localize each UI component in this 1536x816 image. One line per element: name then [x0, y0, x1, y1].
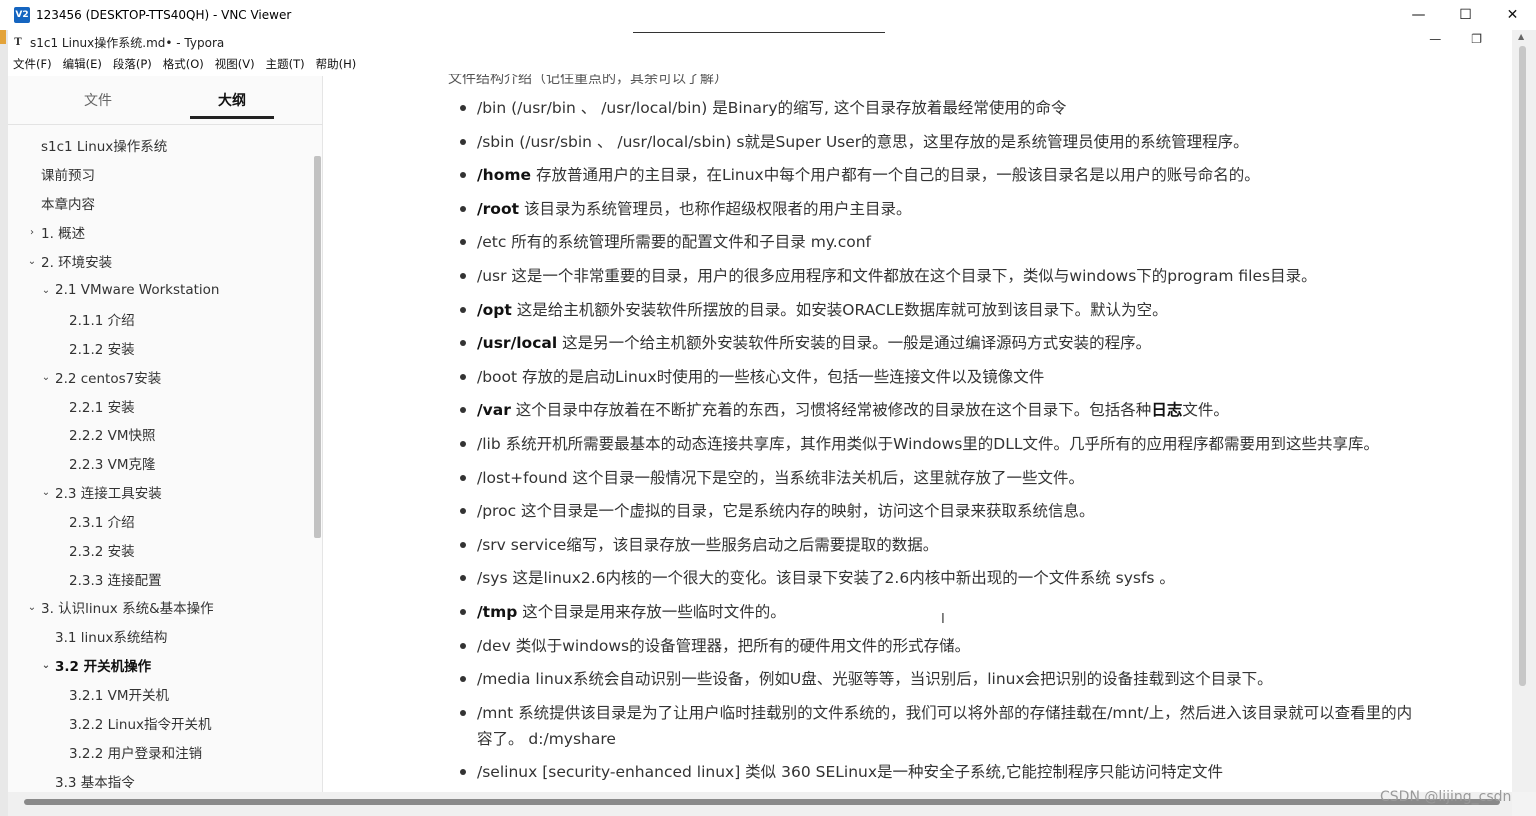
list-item: /sys 这是linux2.6内核的一个很大的变化。该目录下安装了2.6内核中新…: [460, 565, 1175, 591]
list-item: /sbin (/usr/sbin 、 /usr/local/sbin) s就是S…: [460, 129, 1249, 155]
menu-file[interactable]: 文件(F): [8, 54, 58, 74]
sidebar-divider: [8, 124, 323, 125]
outline-item[interactable]: 本章内容: [41, 192, 95, 214]
menu-edit[interactable]: 编辑(E): [58, 54, 108, 74]
outline-item[interactable]: 2.3.3 连接配置: [69, 568, 162, 590]
outline-item[interactable]: s1c1 Linux操作系统: [41, 134, 167, 156]
typora-window-title: s1c1 Linux操作系统.md• - Typora: [30, 35, 225, 50]
outline-item[interactable]: ⌄ 3. 认识linux 系统&基本操作: [28, 596, 214, 618]
active-tab-indicator: [190, 116, 274, 119]
list-item: /srv service缩写，该目录存放一些服务启动之后需要提取的数据。: [459, 532, 938, 558]
close-icon[interactable]: ✕: [1489, 0, 1536, 30]
horizontal-scrollbar-thumb[interactable]: [24, 799, 1500, 805]
list-item: /bin (/usr/bin 、 /usr/local/bin) 是Binary…: [459, 95, 1066, 121]
list-item: /usr/local 这是另一个给主机额外安装软件所安装的目录。一般是通过编译源…: [459, 330, 1151, 356]
outline-item[interactable]: › 1. 概述: [30, 221, 85, 243]
outline-item[interactable]: 3.2.2 用户登录和注销: [69, 741, 202, 763]
scroll-up-icon[interactable]: ▲: [1518, 32, 1524, 41]
tab-files[interactable]: 文件: [84, 90, 112, 110]
menu-view[interactable]: 视图(V): [210, 54, 261, 74]
list-item: /usr 这是一个非常重要的目录，用户的很多应用程序和文件都放在这个目录下，类似…: [460, 263, 1317, 289]
outline-item[interactable]: 2.2.3 VM克隆: [69, 452, 156, 474]
outline-item[interactable]: 3.1 linux系统结构: [55, 625, 167, 647]
list-item: /selinux [security-enhanced linux] 类似 36…: [460, 759, 1223, 785]
minimize-icon[interactable]: —: [1395, 0, 1442, 30]
chevron-down-icon[interactable]: ⌄: [41, 487, 51, 498]
list-item: /etc 所有的系统管理所需要的配置文件和子目录 my.conf: [460, 229, 871, 255]
outline-item-active[interactable]: ⌄ 3.2 开关机操作: [42, 654, 151, 676]
outline-item[interactable]: ⌄ 2.3 连接工具安装: [42, 481, 162, 503]
outline-item[interactable]: ⌄ 2.2 centos7安装: [42, 366, 161, 388]
maximize-icon[interactable]: ☐: [1442, 0, 1489, 30]
outline-item[interactable]: 课前预习: [41, 163, 95, 185]
menu-paragraph[interactable]: 段落(P): [108, 54, 158, 74]
chevron-down-icon[interactable]: ⌄: [27, 256, 37, 267]
tab-outline[interactable]: 大纲: [218, 90, 246, 110]
list-item: /dev 类似于windows的设备管理器，把所有的硬件用文件的形式存储。: [459, 633, 970, 659]
chevron-down-icon[interactable]: ⌄: [41, 285, 51, 296]
text-cursor-icon: I: [941, 612, 945, 627]
chevron-down-icon[interactable]: ⌄: [41, 372, 51, 383]
typora-window-controls: — ❐: [1429, 32, 1482, 46]
typora-titlebar: T s1c1 Linux操作系统.md• - Typora — ❐: [8, 30, 1512, 54]
list-item: /lost+found 这个目录一般情况下是空的，当系统非法关机后，这里就存放了…: [459, 465, 1084, 491]
vnc-window-controls: — ☐ ✕: [1395, 0, 1536, 30]
menu-format[interactable]: 格式(O): [158, 54, 210, 74]
menubar: 文件(F) 编辑(E) 段落(P) 格式(O) 视图(V) 主题(T) 帮助(H…: [8, 54, 362, 74]
vnc-window-title: 123456 (DESKTOP-TTS40QH) - VNC Viewer: [36, 8, 292, 22]
typora-app-icon: T: [14, 36, 22, 48]
outline-item[interactable]: 2.1.2 安装: [69, 337, 135, 359]
typora-minimize-icon[interactable]: —: [1429, 32, 1441, 46]
partial-heading: 文件结构介绍（记住重点的，其余可以了解）: [448, 74, 728, 87]
list-item: /boot 存放的是启动Linux时使用的一些核心文件，包括一些连接文件以及镜像…: [459, 364, 1044, 390]
list-item: /root 该目录为系统管理员，也称作超级权限者的用户主目录。: [459, 196, 911, 222]
outline-item[interactable]: 2.3.1 介绍: [69, 510, 135, 532]
list-item: /mnt 系统提供该目录是为了让用户临时挂载别的文件系统的，我们可以将外部的存储…: [460, 700, 1417, 752]
horizontal-scrollbar[interactable]: [8, 792, 1512, 816]
menu-theme[interactable]: 主题(T): [261, 54, 311, 74]
remote-taskbar-edge: [633, 30, 885, 33]
typora-window: T s1c1 Linux操作系统.md• - Typora — ❐ 文件(F) …: [8, 30, 1512, 792]
sidebar: 文件 大纲 s1c1 Linux操作系统 课前预习 本章内容 › 1. 概述 ⌄ 2…: [8, 76, 323, 792]
scrollbar-thumb[interactable]: [1519, 46, 1526, 686]
chevron-right-icon[interactable]: ›: [27, 227, 37, 238]
typora-restore-icon[interactable]: ❐: [1471, 32, 1482, 46]
outline-item[interactable]: 2.2.2 VM快照: [69, 423, 156, 445]
outline-item[interactable]: 3.2.2 Linux指令开关机: [69, 712, 212, 734]
outline-item[interactable]: 3.3 基本指令: [55, 770, 135, 792]
watermark: CSDN @lijing_csdn: [1380, 789, 1512, 805]
desktop-left-edge: [0, 30, 8, 816]
outline-item[interactable]: 3.2.1 VM开关机: [69, 683, 169, 705]
outline-item[interactable]: 2.2.1 安装: [69, 395, 135, 417]
list-item: /media linux系统会自动识别一些设备，例如U盘、光驱等等，当识别后，l…: [460, 666, 1273, 692]
outline-item[interactable]: 2.1.1 介绍: [69, 308, 135, 330]
desktop-icon-fragment: [0, 30, 6, 44]
list-item: /var 这个目录中存放着在不断扩充着的东西，习惯将经常被修改的目录放在这个目录…: [460, 397, 1229, 423]
menu-help[interactable]: 帮助(H): [311, 54, 363, 74]
vnc-titlebar: V2 123456 (DESKTOP-TTS40QH) - VNC Viewer…: [0, 0, 1536, 30]
list-item: /tmp 这个目录是用来存放一些临时文件的。: [460, 599, 786, 625]
vertical-scrollbar[interactable]: ▲: [1512, 30, 1536, 792]
chevron-down-icon[interactable]: ⌄: [41, 660, 51, 671]
sidebar-tabs: 文件 大纲: [8, 76, 323, 120]
vnc-logo-icon: V2: [14, 7, 30, 23]
outline-item[interactable]: ⌄ 2. 环境安装: [28, 250, 112, 272]
editor-content[interactable]: 文件结构介绍（记住重点的，其余可以了解） /bin (/usr/bin 、 /u…: [324, 74, 1512, 792]
list-item: /opt 这是给主机额外安装软件所摆放的目录。如安装ORACLE数据库就可放到该…: [460, 297, 1168, 323]
outline-item[interactable]: ⌄ 2.1 VMware Workstation: [42, 279, 220, 301]
chevron-down-icon[interactable]: ⌄: [27, 602, 37, 613]
list-item: /proc 这个目录是一个虚拟的目录，它是系统内存的映射，访问这个目录来获取系统…: [460, 498, 1095, 524]
outline-item[interactable]: 2.3.2 安装: [69, 539, 135, 561]
list-item: /home 存放普通用户的主目录，在Linux中每个用户都有一个自己的目录，一般…: [460, 162, 1260, 188]
sidebar-scrollbar[interactable]: [314, 156, 321, 538]
list-item: /lib 系统开机所需要最基本的动态连接共享库，其作用类似于Windows里的D…: [459, 431, 1379, 457]
